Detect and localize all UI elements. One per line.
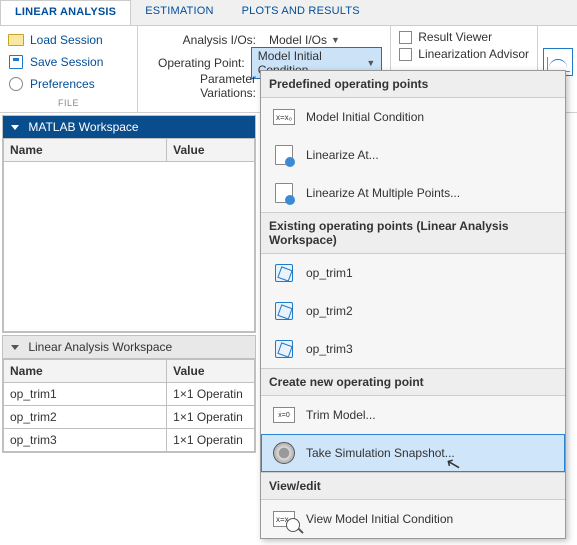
disclosure-icon xyxy=(11,125,19,130)
menu-view-model-initial-condition[interactable]: x=x₀ View Model Initial Condition xyxy=(261,500,565,538)
la-workspace-title: Linear Analysis Workspace xyxy=(28,340,172,354)
trim-icon: ẋ=0 xyxy=(272,403,296,427)
operating-point-menu: Predefined operating points x=x₀ Model I… xyxy=(260,70,566,539)
document-icon xyxy=(272,181,296,205)
cube-icon xyxy=(272,337,296,361)
la-workspace-header[interactable]: Linear Analysis Workspace xyxy=(3,336,255,359)
gear-icon xyxy=(8,76,24,92)
linearization-advisor-checkbox[interactable]: Linearization Advisor xyxy=(399,47,529,61)
camera-icon xyxy=(272,441,296,465)
cube-icon xyxy=(272,261,296,285)
disk-icon xyxy=(8,54,24,70)
linearization-advisor-label: Linearization Advisor xyxy=(418,47,529,61)
menu-op-trim2[interactable]: op_trim2 xyxy=(261,292,565,330)
menu-linearize-at[interactable]: Linearize At... xyxy=(261,136,565,174)
table-row[interactable]: op_trim3 1×1 Operatin xyxy=(4,429,255,452)
linear-analysis-workspace-panel: Linear Analysis Workspace Name Value op_… xyxy=(2,335,256,453)
col-value[interactable]: Value xyxy=(167,139,255,162)
analysis-io-value: Model I/Os xyxy=(269,33,327,47)
menu-item-label: Trim Model... xyxy=(306,408,376,422)
load-session-label: Load Session xyxy=(30,33,103,47)
section-file: Load Session Save Session Preferences FI… xyxy=(0,26,138,112)
table-row[interactable]: op_trim2 1×1 Operatin xyxy=(4,406,255,429)
menu-linearize-at-multiple[interactable]: Linearize At Multiple Points... xyxy=(261,174,565,212)
menu-model-initial-condition[interactable]: x=x₀ Model Initial Condition xyxy=(261,98,565,136)
analysis-io-label: Analysis I/Os: xyxy=(146,33,262,47)
tab-plots-results[interactable]: PLOTS AND RESULTS xyxy=(228,0,374,25)
empty-body xyxy=(4,162,255,332)
matlab-workspace-table: Name Value xyxy=(3,138,255,332)
file-section-caption: FILE xyxy=(6,98,131,108)
matlab-workspace-title: MATLAB Workspace xyxy=(28,120,138,134)
menu-section-create: Create new operating point xyxy=(261,368,565,396)
menu-item-label: op_trim3 xyxy=(306,342,353,356)
menu-item-label: View Model Initial Condition xyxy=(306,512,453,526)
menu-section-existing: Existing operating points (Linear Analys… xyxy=(261,212,565,254)
result-viewer-label: Result Viewer xyxy=(418,30,492,44)
tab-linear-analysis[interactable]: LINEAR ANALYSIS xyxy=(0,0,131,25)
menu-item-label: op_trim1 xyxy=(306,266,353,280)
save-session-label: Save Session xyxy=(30,55,103,69)
table-row[interactable]: op_trim1 1×1 Operatin xyxy=(4,383,255,406)
menu-item-label: op_trim2 xyxy=(306,304,353,318)
menu-item-label: Take Simulation Snapshot... xyxy=(306,446,455,460)
menu-section-predefined: Predefined operating points xyxy=(261,71,565,98)
folder-icon xyxy=(8,32,24,48)
cell-name: op_trim3 xyxy=(4,429,167,452)
cell-value: 1×1 Operatin xyxy=(167,406,255,429)
col-name[interactable]: Name xyxy=(4,139,167,162)
menu-op-trim1[interactable]: op_trim1 xyxy=(261,254,565,292)
param-variations-label: Parameter Variations: xyxy=(146,72,262,100)
left-pane: MATLAB Workspace Name Value Linear Analy… xyxy=(0,113,258,455)
toolstrip-tabs: LINEAR ANALYSIS ESTIMATION PLOTS AND RES… xyxy=(0,0,577,26)
load-session-button[interactable]: Load Session xyxy=(6,30,131,50)
checkbox-icon xyxy=(399,48,412,61)
menu-take-simulation-snapshot[interactable]: Take Simulation Snapshot... xyxy=(261,434,565,472)
result-viewer-checkbox[interactable]: Result Viewer xyxy=(399,30,529,44)
chevron-down-icon: ▼ xyxy=(366,58,375,68)
preferences-button[interactable]: Preferences xyxy=(6,74,131,94)
tab-estimation[interactable]: ESTIMATION xyxy=(131,0,227,25)
xeqx-icon: x=x₀ xyxy=(272,105,296,129)
matlab-workspace-panel: MATLAB Workspace Name Value xyxy=(2,115,256,333)
magnifier-icon: x=x₀ xyxy=(272,507,296,531)
la-workspace-table: Name Value op_trim1 1×1 Operatin op_trim… xyxy=(3,359,255,452)
menu-op-trim3[interactable]: op_trim3 xyxy=(261,330,565,368)
cell-value: 1×1 Operatin xyxy=(167,383,255,406)
cell-name: op_trim2 xyxy=(4,406,167,429)
col-value[interactable]: Value xyxy=(167,360,255,383)
menu-item-label: Model Initial Condition xyxy=(306,110,424,124)
chevron-down-icon: ▼ xyxy=(331,35,340,45)
operating-point-label: Operating Point: xyxy=(146,56,251,70)
menu-section-viewedit: View/edit xyxy=(261,472,565,500)
checkbox-icon xyxy=(399,31,412,44)
col-name[interactable]: Name xyxy=(4,360,167,383)
cell-name: op_trim1 xyxy=(4,383,167,406)
disclosure-icon xyxy=(11,345,19,350)
matlab-workspace-header[interactable]: MATLAB Workspace xyxy=(3,116,255,138)
save-session-button[interactable]: Save Session xyxy=(6,52,131,72)
preferences-label: Preferences xyxy=(30,77,95,91)
menu-item-label: Linearize At... xyxy=(306,148,379,162)
cube-icon xyxy=(272,299,296,323)
cell-value: 1×1 Operatin xyxy=(167,429,255,452)
menu-item-label: Linearize At Multiple Points... xyxy=(306,186,460,200)
menu-trim-model[interactable]: ẋ=0 Trim Model... xyxy=(261,396,565,434)
document-icon xyxy=(272,143,296,167)
